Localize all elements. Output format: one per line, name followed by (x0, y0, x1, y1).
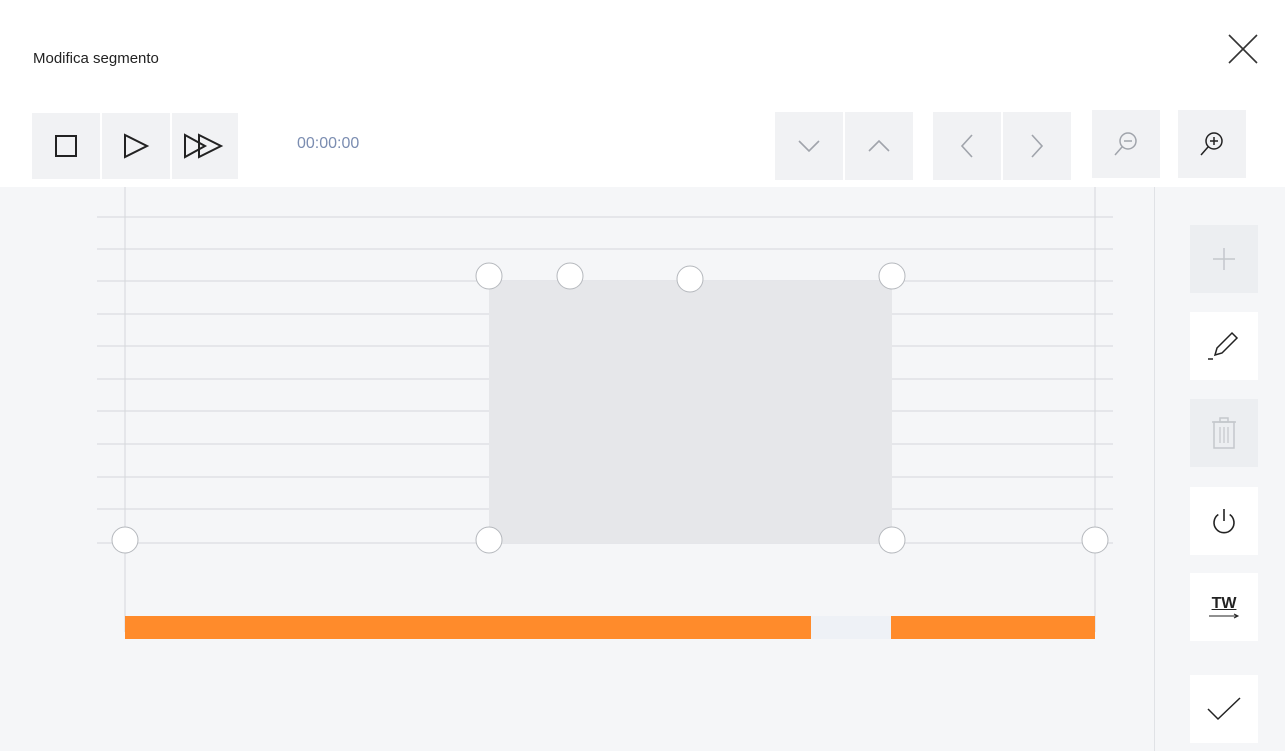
zoom-in-button[interactable] (1178, 110, 1246, 178)
segment-editor-canvas[interactable] (0, 187, 1285, 751)
chevron-left-icon (960, 134, 973, 158)
play-button[interactable] (102, 113, 170, 179)
handle[interactable] (1081, 526, 1109, 554)
handle[interactable] (475, 262, 503, 290)
zoom-out-icon (1114, 132, 1137, 156)
play-icon (124, 133, 150, 159)
trash-icon (1212, 417, 1236, 449)
timeline-bar-left (125, 616, 811, 639)
move-up-button[interactable] (845, 112, 913, 180)
fast-forward-icon (184, 133, 224, 159)
zoom-in-icon (1200, 132, 1223, 156)
zoom-out-button[interactable] (1092, 110, 1160, 178)
handle[interactable] (676, 265, 704, 293)
move-down-button[interactable] (775, 112, 843, 180)
handle[interactable] (878, 262, 906, 290)
segment-area[interactable] (489, 281, 892, 543)
chevron-up-icon (868, 139, 890, 152)
stop-icon (55, 135, 77, 157)
fast-forward-button[interactable] (172, 113, 238, 179)
pencil-icon (1208, 331, 1239, 360)
chevron-right-icon (1031, 134, 1044, 158)
handle[interactable] (878, 526, 906, 554)
next-button[interactable] (1003, 112, 1071, 180)
handle[interactable] (556, 262, 584, 290)
add-button[interactable] (1190, 225, 1258, 293)
stop-button[interactable] (32, 113, 100, 179)
chevron-down-icon (798, 140, 820, 153)
time-display: 00:00:00 (297, 135, 360, 152)
sidebar-divider (1154, 187, 1155, 751)
timeline-gap (811, 616, 891, 639)
timeline-bar-right (891, 616, 1095, 639)
handle[interactable] (111, 526, 139, 554)
edit-button[interactable] (1190, 312, 1258, 380)
tw-icon: TW (1207, 595, 1241, 619)
delete-button[interactable] (1190, 399, 1258, 467)
previous-button[interactable] (933, 112, 1001, 180)
handle[interactable] (475, 526, 503, 554)
power-button[interactable] (1190, 487, 1258, 555)
check-icon (1207, 697, 1241, 721)
plus-icon (1213, 248, 1235, 270)
tw-label: TW (1211, 595, 1237, 612)
page-title: Modifica segmento (33, 50, 159, 67)
tw-button[interactable]: TW (1190, 573, 1258, 641)
confirm-button[interactable] (1190, 675, 1258, 743)
power-icon (1213, 509, 1235, 534)
close-icon[interactable] (1226, 32, 1260, 66)
